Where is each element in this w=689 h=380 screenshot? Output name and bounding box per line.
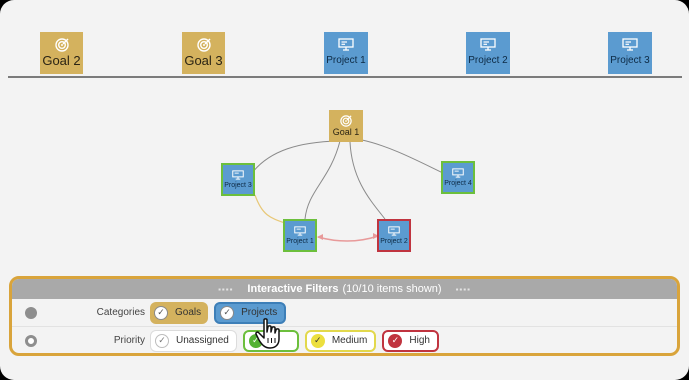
- top-item-goal-2[interactable]: Goal 2: [40, 32, 83, 74]
- check-icon: ✓: [155, 333, 169, 348]
- edge-goal1-project2: [349, 141, 386, 220]
- edge-goal1-project4: [361, 139, 444, 174]
- edge-arrow-left: [317, 234, 323, 240]
- top-item-label: Goal 3: [184, 53, 223, 68]
- top-items-row: Goal 2 Goal 3 Project 1 Project 2 Projec…: [0, 0, 689, 80]
- presentation-icon: [480, 38, 496, 51]
- edge-goal1-project1: [304, 140, 341, 220]
- edge-project1-project2: [317, 235, 379, 242]
- drag-handle-icon[interactable]: ▪▪▪▪: [456, 285, 471, 294]
- chip-medium[interactable]: ✓ Medium: [304, 329, 377, 352]
- graph-node-project-3[interactable]: Project 3: [221, 163, 255, 196]
- priority-radio[interactable]: [25, 334, 37, 347]
- app-frame: Goal 2 Goal 3 Project 1 Project 2 Projec…: [0, 0, 689, 380]
- categories-label: Categories: [96, 307, 145, 318]
- top-item-label: Project 1: [326, 55, 366, 66]
- top-item-project-3[interactable]: Project 3: [608, 32, 652, 74]
- target-icon: [54, 38, 69, 52]
- node-label: Project 4: [444, 179, 472, 187]
- graph-node-goal-1[interactable]: Goal 1: [329, 110, 363, 142]
- check-icon: ✓: [220, 305, 235, 320]
- presentation-icon: [338, 38, 354, 51]
- check-icon: ✓: [310, 333, 325, 348]
- top-item-project-2[interactable]: Project 2: [466, 32, 510, 74]
- interactive-filters-panel: ▪▪▪▪ Interactive Filters (10/10 items sh…: [9, 276, 680, 356]
- filters-header[interactable]: ▪▪▪▪ Interactive Filters (10/10 items sh…: [12, 279, 677, 299]
- chip-label: Goals: [175, 307, 202, 318]
- graph-node-project-1[interactable]: Project 1: [283, 219, 317, 252]
- top-item-goal-3[interactable]: Goal 3: [182, 32, 225, 74]
- edge-goal1-project3: [251, 140, 339, 174]
- categories-row: Categories ✓ Goals ✓ Projects: [12, 299, 677, 327]
- presentation-icon: [388, 225, 400, 236]
- check-icon: ✓: [154, 305, 168, 320]
- top-item-label: Project 2: [468, 55, 508, 66]
- chip-unassigned[interactable]: ✓ Unassigned: [150, 329, 237, 352]
- chip-goals[interactable]: ✓ Goals: [150, 301, 209, 324]
- network-graph[interactable]: Goal 1 Project 3 Project 4 Project 1 Pro…: [0, 90, 689, 270]
- presentation-icon: [622, 38, 638, 51]
- graph-node-project-4[interactable]: Project 4: [441, 161, 475, 194]
- node-label: Project 2: [380, 237, 408, 245]
- node-label: Project 3: [224, 181, 252, 189]
- node-label: Project 1: [286, 237, 314, 245]
- top-item-project-1[interactable]: Project 1: [324, 32, 368, 74]
- section-divider: [8, 76, 682, 78]
- target-icon: [196, 38, 211, 52]
- chip-label: Medium: [331, 335, 368, 346]
- filters-count: (10/10 items shown): [342, 283, 442, 295]
- hand-cursor-icon: [255, 318, 280, 349]
- top-item-label: Project 3: [610, 55, 650, 66]
- chip-label: Projects: [241, 307, 278, 318]
- priority-row: Priority ✓ Unassigned ✓ ✓ Medium ✓ High: [12, 327, 677, 353]
- check-icon: ✓: [388, 333, 403, 348]
- chip-label: Unassigned: [176, 335, 229, 346]
- presentation-icon: [232, 169, 244, 180]
- graph-node-project-2[interactable]: Project 2: [377, 219, 411, 252]
- top-item-label: Goal 2: [42, 53, 81, 68]
- presentation-icon: [452, 167, 464, 178]
- target-icon: [340, 115, 352, 127]
- edge-project3-project1: [254, 194, 286, 224]
- presentation-icon: [294, 225, 306, 236]
- priority-chips: ✓ Unassigned ✓ ✓ Medium ✓ High: [150, 329, 445, 352]
- filters-title: Interactive Filters: [247, 283, 339, 295]
- categories-radio[interactable]: [25, 306, 37, 319]
- priority-label: Priority: [113, 335, 145, 346]
- chip-high[interactable]: ✓ High: [382, 329, 439, 352]
- node-label: Goal 1: [332, 127, 360, 137]
- chip-label: High: [409, 335, 430, 346]
- drag-handle-icon[interactable]: ▪▪▪▪: [218, 285, 233, 294]
